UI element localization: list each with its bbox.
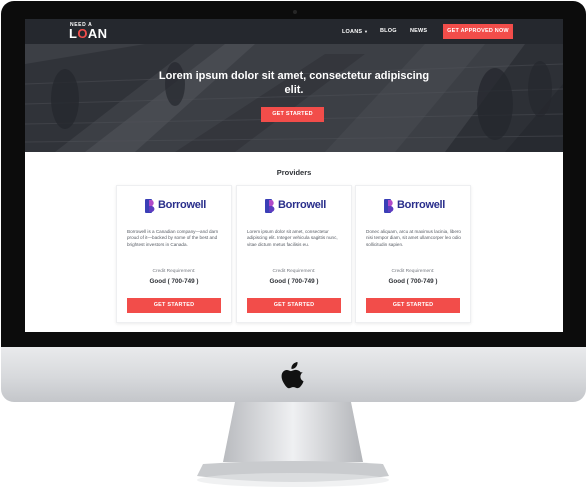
site-navbar: NEED A LOAN LOANS ▼ BLOG NEWS GET APPROV… (25, 19, 563, 44)
screen: NEED A LOAN LOANS ▼ BLOG NEWS GET APPROV… (25, 19, 563, 332)
imac-bezel: NEED A LOAN LOANS ▼ BLOG NEWS GET APPROV… (1, 1, 586, 347)
nav-item-loans[interactable]: LOANS ▼ (342, 28, 368, 36)
credit-requirement-value: Good ( 700-749 ) (269, 278, 319, 285)
borrowell-mark-icon (145, 199, 155, 213)
provider-description: Donec aliquam, arcu at maximus lacinia, … (366, 229, 461, 247)
borrowell-mark-icon (265, 199, 275, 213)
hero-get-started-button[interactable]: GET STARTED (261, 107, 324, 122)
hero-section: Lorem ipsum dolor sit amet, consectetur … (25, 44, 563, 152)
provider-card: Borrowell Donec aliquam, arcu at maximus… (355, 185, 471, 323)
camera-dot (293, 10, 297, 14)
provider-brand-name: Borrowell (278, 199, 327, 211)
borrowell-mark-icon (384, 199, 394, 213)
provider-get-started-button[interactable]: GET STARTED (366, 298, 460, 313)
nav-item-blog[interactable]: BLOG (380, 28, 397, 35)
credit-requirement-value: Good ( 700-749 ) (388, 278, 438, 285)
hero-title: Lorem ipsum dolor sit amet, consectetur … (158, 70, 430, 96)
provider-get-started-button[interactable]: GET STARTED (247, 298, 341, 313)
provider-description: Borrowell is a Canadian company—and darn… (127, 229, 219, 247)
credit-requirement-label: Credit Requirement: (391, 269, 435, 274)
credit-requirement-label: Credit Requirement: (152, 269, 196, 274)
provider-brand[interactable]: Borrowell (237, 198, 351, 214)
provider-brand[interactable]: Borrowell (117, 198, 231, 214)
credit-requirement-value: Good ( 700-749 ) (149, 278, 199, 285)
provider-brand-name: Borrowell (158, 199, 207, 211)
nav-item-news[interactable]: NEWS (410, 28, 427, 35)
caret-down-icon: ▼ (363, 29, 369, 34)
provider-card: Borrowell Borrowell is a Canadian compan… (116, 185, 232, 323)
nav-item-loans-label: LOANS (342, 29, 363, 35)
site-logo[interactable]: NEED A LOAN (69, 22, 109, 42)
apple-logo-icon (281, 362, 304, 389)
get-approved-button[interactable]: GET APPROVED NOW (443, 24, 513, 39)
provider-card: Borrowell Lorem ipsum dolor sit amet, co… (236, 185, 352, 323)
provider-brand[interactable]: Borrowell (356, 198, 470, 214)
provider-get-started-button[interactable]: GET STARTED (127, 298, 221, 313)
logo-wordmark: LOAN (69, 26, 108, 41)
imac-stand (197, 402, 389, 487)
provider-description: Lorem ipsum dolor sit amet, consectetur … (247, 229, 338, 247)
credit-requirement-label: Credit Requirement: (272, 269, 316, 274)
provider-brand-name: Borrowell (397, 199, 446, 211)
providers-title: Providers (276, 168, 312, 177)
hero-overlay (25, 44, 563, 152)
